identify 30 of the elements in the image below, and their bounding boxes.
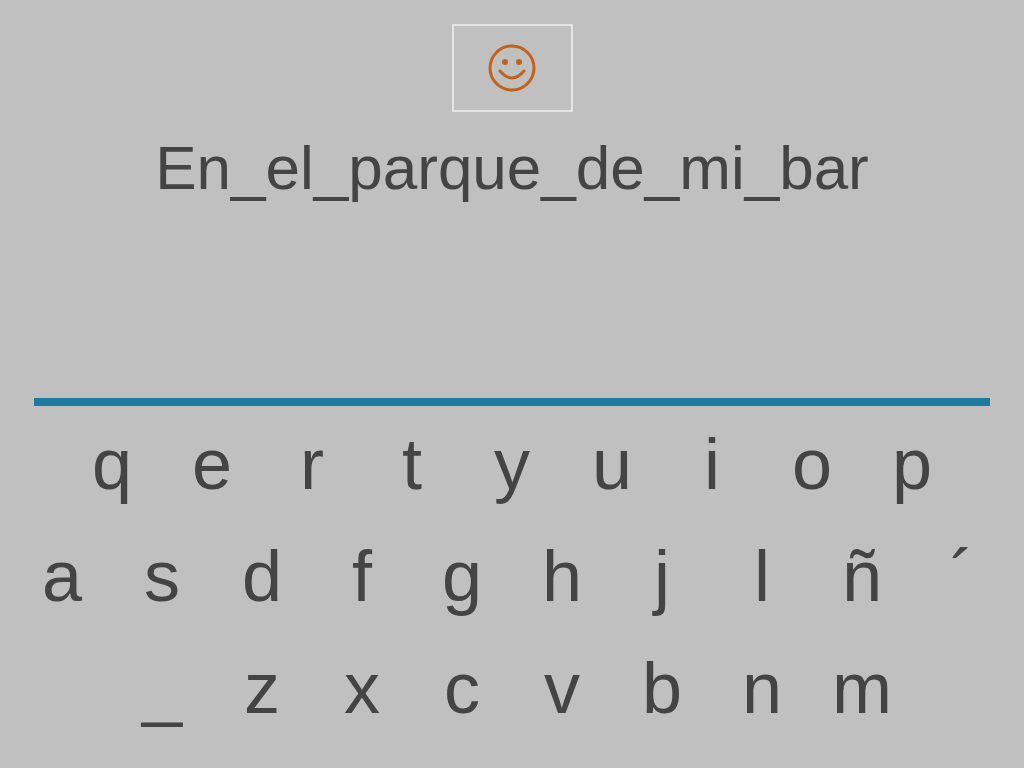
letter-key[interactable]: i xyxy=(662,422,762,506)
letter-key[interactable]: x xyxy=(312,646,412,730)
letter-key[interactable]: s xyxy=(112,534,212,618)
icon-box[interactable] xyxy=(451,24,573,112)
letter-key[interactable]: v xyxy=(512,646,612,730)
letter-key[interactable]: j xyxy=(612,534,712,618)
letter-key[interactable]: t xyxy=(362,422,462,506)
letter-key[interactable]: z xyxy=(212,646,312,730)
letter-key[interactable]: e xyxy=(162,422,262,506)
letter-key[interactable]: d xyxy=(212,534,312,618)
letter-key[interactable]: l xyxy=(712,534,812,618)
letter-key[interactable]: a xyxy=(12,534,112,618)
letter-key[interactable]: r xyxy=(262,422,362,506)
letter-key[interactable]: o xyxy=(762,422,862,506)
letter-key[interactable]: m xyxy=(812,646,912,730)
letter-key[interactable]: u xyxy=(562,422,662,506)
letter-key[interactable]: ñ xyxy=(812,534,912,618)
letter-key[interactable]: ´ xyxy=(912,534,1012,618)
letter-key[interactable]: g xyxy=(412,534,512,618)
letter-key[interactable]: y xyxy=(462,422,562,506)
letter-key[interactable]: _ xyxy=(112,646,212,730)
letter-key[interactable]: c xyxy=(412,646,512,730)
letter-key[interactable]: n xyxy=(712,646,812,730)
smiley-icon xyxy=(487,43,537,93)
letter-key[interactable]: h xyxy=(512,534,612,618)
letter-key[interactable]: f xyxy=(312,534,412,618)
letter-key[interactable]: p xyxy=(862,422,962,506)
letter-key[interactable]: b xyxy=(612,646,712,730)
sentence-text: En_el_parque_de_mi_bar xyxy=(155,132,869,204)
letter-key[interactable]: q xyxy=(62,422,162,506)
